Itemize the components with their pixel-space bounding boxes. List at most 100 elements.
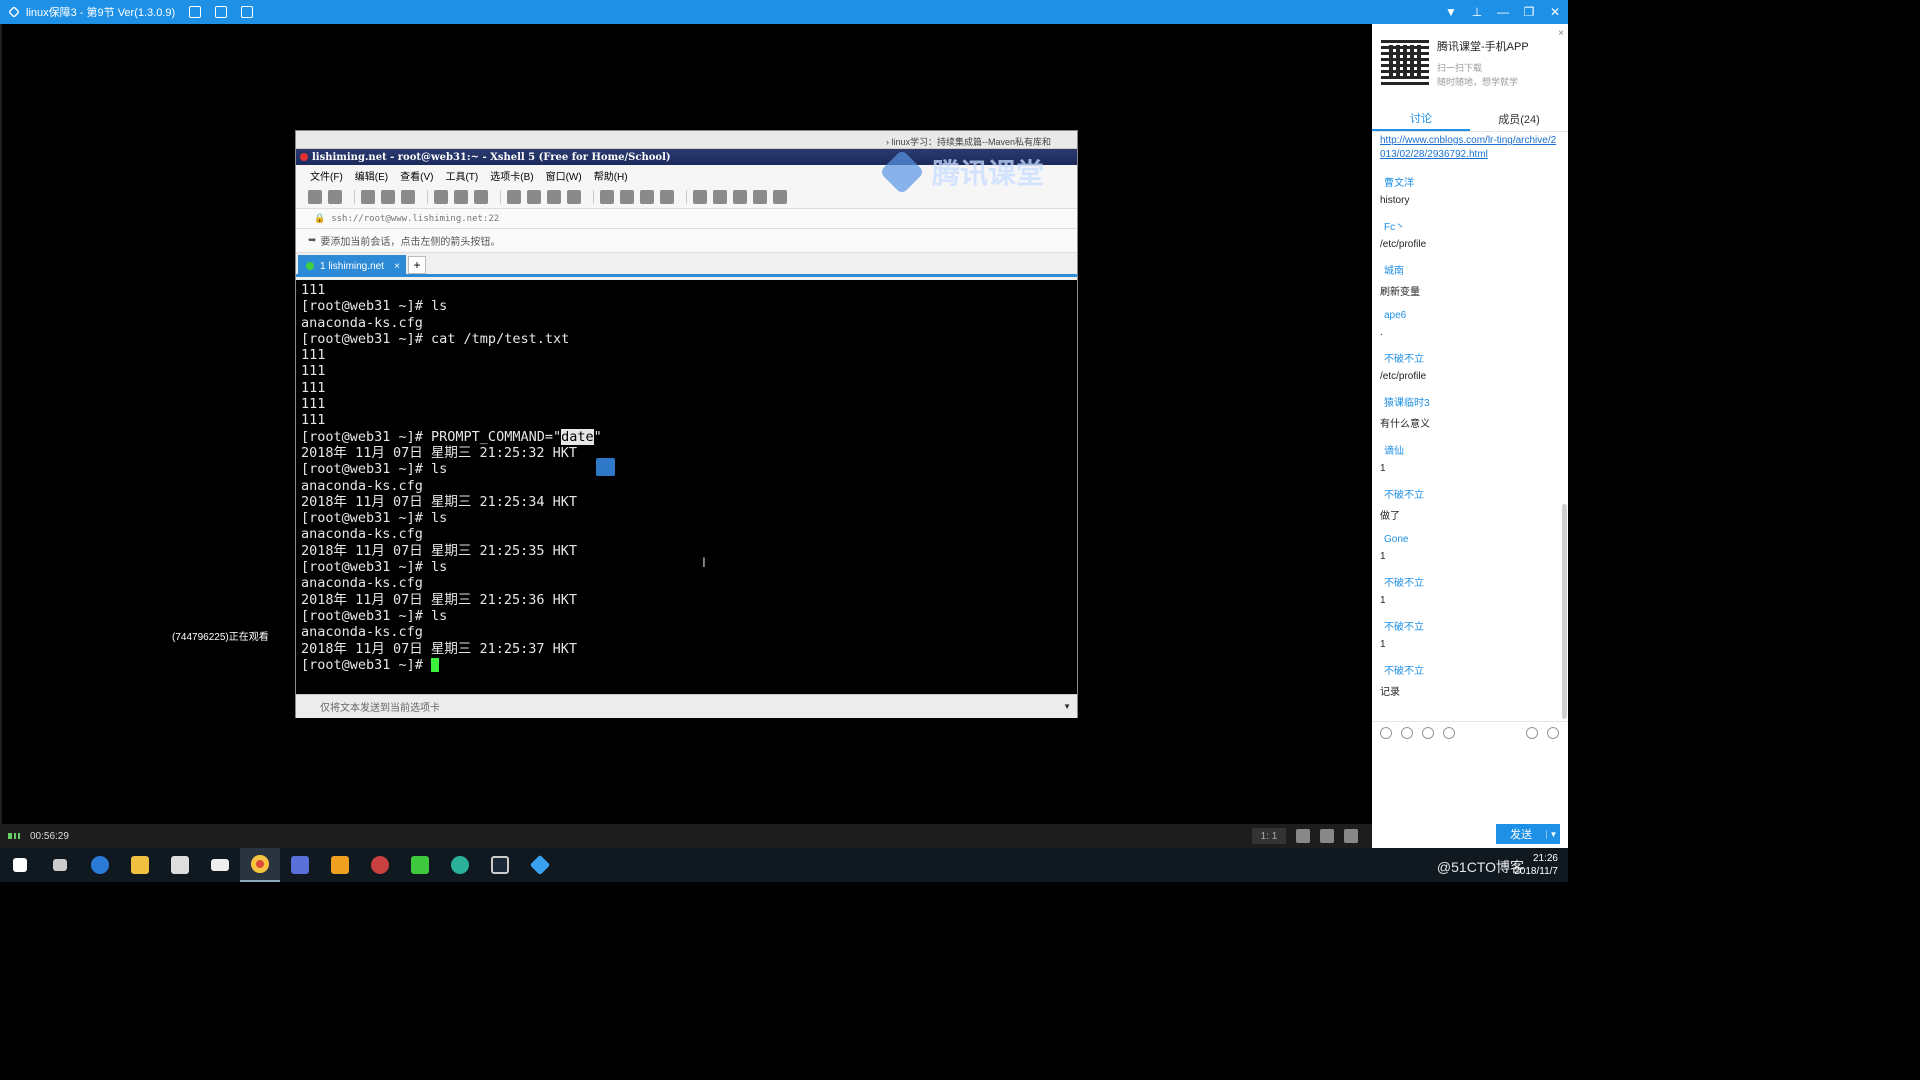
arrow-icon[interactable]: ➥ [308,235,316,246]
close-button[interactable]: ✕ [1542,0,1568,24]
new-session-icon[interactable] [308,189,322,204]
transfer-icon[interactable] [527,189,541,204]
taskbar-explorer[interactable] [120,848,160,882]
taskbar-chrome[interactable] [240,848,280,882]
chat-sender[interactable]: 不破不立 [1380,350,1560,365]
chat-sender[interactable]: 曹文洋 [1380,174,1560,189]
taskbar-store[interactable] [160,848,200,882]
send-dropdown-icon[interactable]: ▼ [1546,829,1560,839]
chat-sender[interactable]: 猿课临时3 [1380,394,1560,409]
toolbar-divider [593,189,594,204]
app-titlebar: linux保障3 - 第9节 Ver(1.3.0.9) ▼ ⊥ — ❐ ✕ [0,0,1568,24]
xshell-window[interactable]: › linux学习：持续集成篇--Maven私有库和 lishiming.net… [295,130,1078,718]
taskbar-app-4[interactable] [440,848,480,882]
task-view-button[interactable] [40,848,80,882]
xftp-icon[interactable] [600,189,614,204]
menu-help[interactable]: 帮助(H) [594,168,628,183]
tab-members[interactable]: 成员(24) [1470,106,1568,131]
taskbar-mail[interactable] [200,848,240,882]
start-button[interactable] [0,848,40,882]
scissors-icon[interactable] [1401,726,1413,739]
flower-icon[interactable] [1443,726,1455,739]
chat-sender[interactable]: 不破不立 [1380,662,1560,677]
chat-scrollbar[interactable] [1562,504,1567,719]
globe-icon[interactable] [547,189,561,204]
print-icon[interactable] [507,189,521,204]
add-tab-button[interactable]: + [408,256,426,274]
terminal-output[interactable]: 111 [root@web31 ~]# ls anaconda-ks.cfg [roo… [296,280,1077,694]
chat-link[interactable]: http://www.cnblogs.com/lr-ting/archive/2… [1380,134,1560,162]
paste-icon[interactable] [454,189,468,204]
restore-button[interactable]: ❐ [1516,0,1542,24]
taskbar-tencent-classroom[interactable] [520,848,560,882]
taskbar-app-2[interactable] [320,848,360,882]
home-icon[interactable] [241,6,254,18]
menu-edit[interactable]: 编辑(E) [355,168,388,183]
help-icon[interactable] [753,189,767,204]
edit-icon[interactable] [189,6,202,18]
menu-tabs[interactable]: 选项卡(B) [490,168,533,183]
address-text: ssh://root@www.lishiming.net:22 [331,213,500,224]
user-icon[interactable] [1547,726,1559,739]
chat-sender[interactable]: Fc丶 [1380,218,1560,233]
script-icon[interactable] [620,189,634,204]
chat-sender[interactable]: 谪仙 [1380,442,1560,457]
taskbar-app-3[interactable] [360,848,400,882]
send-button[interactable]: 发送 ▼ [1496,824,1560,844]
taskbar-iqiyi[interactable] [400,848,440,882]
tab-close-icon[interactable]: × [394,261,400,272]
pin-button[interactable]: ⊥ [1464,0,1490,24]
connect-icon[interactable] [361,189,375,204]
chat-message-text: 刷新变量 [1380,287,1420,298]
promo-close-icon[interactable]: × [1558,28,1564,39]
taskbar-steam[interactable] [480,848,520,882]
terminal-line: anaconda-ks.cfg [301,526,423,543]
signal-icon [8,833,22,839]
menu-view[interactable]: 查看(V) [400,168,433,183]
note-bubble-icon[interactable] [596,458,615,476]
menu-file[interactable]: 文件(F) [310,168,343,183]
layout-icon[interactable] [733,189,747,204]
add-member-icon[interactable] [1526,726,1538,739]
chat-message-text: . [1380,327,1383,338]
microphone-icon[interactable] [1296,829,1310,843]
chat-sender[interactable]: 不破不立 [1380,486,1560,501]
taskbar-edge[interactable] [80,848,120,882]
image-icon[interactable] [1422,726,1434,739]
compose-dropdown-icon[interactable]: ▼ [1063,702,1071,711]
chat-sender[interactable]: ape6 [1380,310,1560,321]
final-prompt: [root@web31 ~]# [301,656,432,673]
dropdown-button[interactable]: ▼ [1438,0,1464,24]
fullscreen-icon[interactable] [640,189,654,204]
chat-sender[interactable]: Gone [1380,534,1560,545]
tab-discussion[interactable]: 讨论 [1372,106,1470,131]
menu-window[interactable]: 窗口(W) [546,168,582,183]
emoji-icon[interactable] [1380,726,1392,739]
find-icon[interactable] [474,189,488,204]
chat-sender[interactable]: 不破不立 [1380,574,1560,589]
properties-icon[interactable] [401,189,415,204]
taskbar-clock[interactable]: 21:26 2018/11/7 [1514,852,1558,878]
toolbar-divider [686,189,687,204]
session-tab[interactable]: 1 lishiming.net × [298,255,406,277]
keyboard-icon[interactable] [693,189,707,204]
lock-icon[interactable] [660,189,674,204]
font-icon[interactable] [567,189,581,204]
open-icon[interactable] [328,189,342,204]
minimize-button[interactable]: — [1490,0,1516,24]
windows-icon [13,858,27,872]
disconnect-icon[interactable] [381,189,395,204]
address-bar[interactable]: 🔒 ssh://root@www.lishiming.net:22 [296,209,1077,229]
add-tab-icon[interactable] [713,189,727,204]
volume-icon[interactable] [1320,829,1334,843]
fullscreen-toggle-icon[interactable] [1344,829,1358,843]
compose-bar[interactable]: 仅将文本发送到当前选项卡 ▼ [296,694,1077,718]
copy-icon[interactable] [434,189,448,204]
taskbar-app-1[interactable] [280,848,320,882]
chat-sender[interactable]: 城南 [1380,262,1560,277]
share-icon[interactable] [215,6,228,18]
comment-icon[interactable] [773,189,787,204]
chat-sender[interactable]: 不破不立 [1380,618,1560,633]
aspect-ratio-button[interactable]: 1: 1 [1252,828,1286,844]
menu-tools[interactable]: 工具(T) [445,168,478,183]
